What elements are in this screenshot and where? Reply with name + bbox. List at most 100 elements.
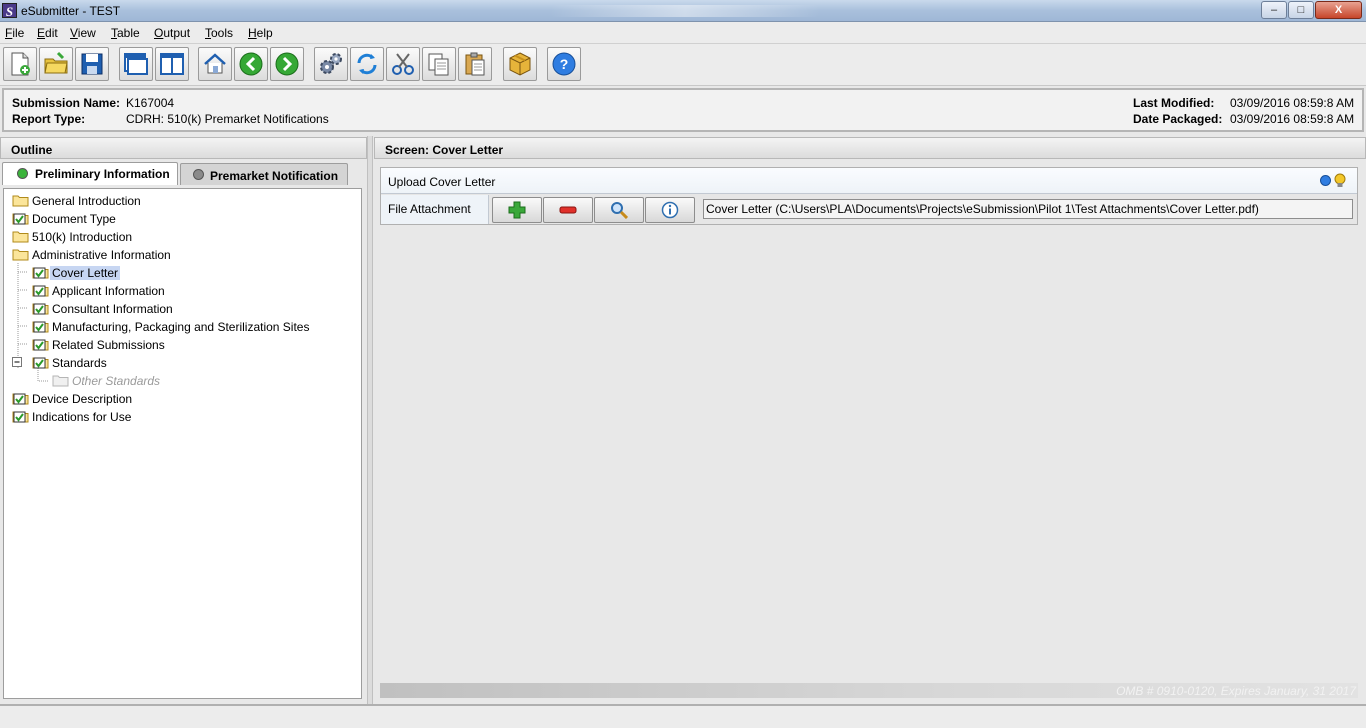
window-button[interactable] xyxy=(119,47,153,81)
tree-item-label: Related Submissions xyxy=(52,338,165,352)
panel-splitter[interactable] xyxy=(367,136,373,704)
status-bar xyxy=(0,704,1366,728)
settings-gears-icon xyxy=(320,53,342,74)
svg-text:?: ? xyxy=(560,56,569,72)
menu-edit[interactable]: Edit xyxy=(37,26,58,40)
folder-check-icon xyxy=(32,319,49,333)
menu-help[interactable]: Help xyxy=(248,26,273,40)
toolbar: ? xyxy=(0,44,1366,86)
report-type-value: CDRH: 510(k) Premarket Notifications xyxy=(126,112,329,126)
tree-item-label: Cover Letter xyxy=(50,266,121,280)
add-attachment-button[interactable] xyxy=(492,197,542,223)
back-arrow-icon xyxy=(239,52,263,76)
help-icon: ? xyxy=(552,52,576,76)
title-bar: S eSubmitter - TEST – □ X xyxy=(0,0,1366,22)
cut-icon xyxy=(392,53,414,75)
submission-name-label: Submission Name: xyxy=(12,96,121,110)
forward-button[interactable] xyxy=(270,47,304,81)
attachment-info-button[interactable] xyxy=(645,197,695,223)
menu-output[interactable]: Output xyxy=(154,26,190,40)
date-packaged-value: 03/09/2016 08:59:8 AM xyxy=(1230,112,1355,126)
tab-label: Preliminary Information xyxy=(35,167,170,181)
save-button[interactable] xyxy=(75,47,109,81)
folder-check-icon xyxy=(32,283,49,297)
omb-footer: OMB # 0910-0120, Expires January, 31 201… xyxy=(380,683,1358,698)
open-button[interactable] xyxy=(39,47,73,81)
menu-view[interactable]: View xyxy=(70,26,96,40)
folder-icon xyxy=(12,247,29,261)
folder-check-icon xyxy=(32,337,49,351)
view-attachment-button[interactable] xyxy=(594,197,644,223)
folder-icon xyxy=(12,229,29,243)
maximize-button[interactable]: □ xyxy=(1288,1,1314,19)
screen-header: Screen: Cover Letter xyxy=(374,137,1366,159)
add-icon xyxy=(508,201,526,219)
title-blur xyxy=(550,5,820,17)
file-attachment-field[interactable]: Cover Letter (C:\Users\PLA\Documents\Pro… xyxy=(703,199,1353,219)
home-button[interactable] xyxy=(198,47,232,81)
remove-attachment-button[interactable] xyxy=(543,197,593,223)
back-button[interactable] xyxy=(234,47,268,81)
last-modified-label: Last Modified: xyxy=(1133,96,1215,110)
save-icon xyxy=(81,53,103,75)
section-title: Upload Cover Letter xyxy=(381,168,1357,194)
view-icon xyxy=(611,202,628,219)
window-title: eSubmitter - TEST xyxy=(21,4,121,18)
upload-cover-letter-section: Upload Cover Letter File Attachment Cove… xyxy=(380,167,1358,225)
tab-premarket-notification[interactable]: Premarket Notification xyxy=(180,163,348,185)
submission-info: Submission Name: K167004 Report Type: CD… xyxy=(2,88,1364,132)
package-button[interactable] xyxy=(503,47,537,81)
lightbulb-icon xyxy=(1334,173,1346,187)
status-dot-green-icon xyxy=(17,168,28,179)
copy-icon xyxy=(428,53,449,76)
split-view-button[interactable] xyxy=(155,47,189,81)
new-document-button[interactable] xyxy=(3,47,37,81)
folder-check-icon xyxy=(12,409,29,423)
tree-item-label: Applicant Information xyxy=(52,284,165,298)
new-document-icon xyxy=(11,52,30,76)
menu-bar: File Edit View Table Output Tools Help xyxy=(0,22,1366,44)
package-icon xyxy=(509,52,531,76)
folder-icon xyxy=(12,193,29,207)
last-modified-value: 03/09/2016 08:59:8 AM xyxy=(1230,96,1355,110)
tree-item-label: Device Description xyxy=(32,392,133,406)
help-button[interactable]: ? xyxy=(547,47,581,81)
forward-arrow-icon xyxy=(275,52,299,76)
folder-check-icon xyxy=(32,265,49,279)
open-folder-icon xyxy=(44,51,68,74)
tree-item-label: Document Type xyxy=(32,212,116,226)
tree-item-label: Standards xyxy=(52,356,107,370)
tree-item-label: Consultant Information xyxy=(52,302,173,316)
remove-icon xyxy=(559,206,577,214)
menu-tools[interactable]: Tools xyxy=(205,26,233,40)
settings-button[interactable] xyxy=(314,47,348,81)
home-icon xyxy=(204,53,226,74)
menu-table[interactable]: Table xyxy=(111,26,140,40)
omb-notice: OMB # 0910-0120, Expires January, 31 201… xyxy=(1116,684,1356,698)
folder-disabled-icon xyxy=(52,373,69,387)
split-view-icon xyxy=(160,53,184,75)
refresh-icon xyxy=(357,53,377,75)
report-type-label: Report Type: xyxy=(12,112,86,126)
tab-preliminary-information[interactable]: Preliminary Information xyxy=(2,162,178,185)
file-attachment-label: File Attachment xyxy=(381,195,489,224)
paste-button[interactable] xyxy=(458,47,492,81)
tree-item-label: General Introduction xyxy=(32,194,141,208)
status-dot-gray-icon xyxy=(193,169,204,180)
folder-check-icon xyxy=(32,301,49,315)
folder-check-icon xyxy=(12,391,29,405)
refresh-button[interactable] xyxy=(350,47,384,81)
paste-icon xyxy=(465,52,485,76)
folder-check-icon xyxy=(12,211,29,225)
tab-label: Premarket Notification xyxy=(210,169,339,183)
tree-item-label: 510(k) Introduction xyxy=(32,230,133,244)
menu-file[interactable]: File xyxy=(5,26,24,40)
cut-button[interactable] xyxy=(386,47,420,81)
close-button[interactable]: X xyxy=(1315,1,1362,19)
outline-tree: General Introduction Document Type 510(k) … xyxy=(3,188,362,699)
minimize-button[interactable]: – xyxy=(1261,1,1287,19)
tree-item-label: Indications for Use xyxy=(32,410,132,424)
copy-button[interactable] xyxy=(422,47,456,81)
date-packaged-label: Date Packaged: xyxy=(1133,112,1223,126)
tree-item-label: Administrative Information xyxy=(32,248,171,262)
